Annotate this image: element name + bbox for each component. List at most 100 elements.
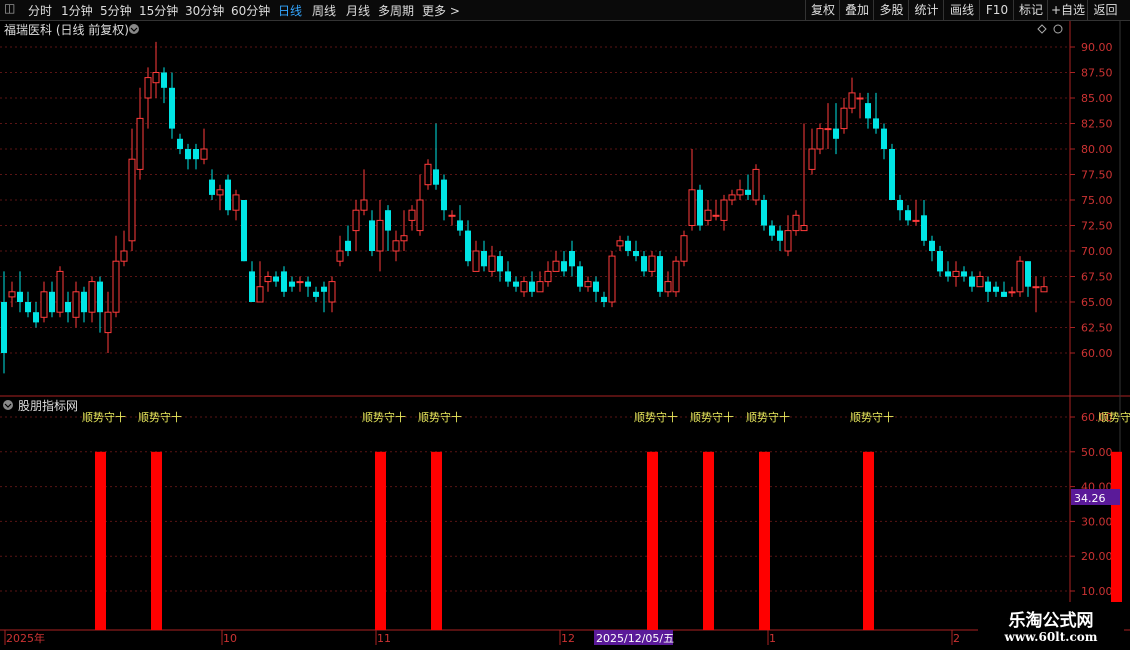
signal-label: 顺势守十 <box>138 410 182 424</box>
candle <box>840 98 848 134</box>
candle <box>352 200 360 251</box>
indicator-collapse-icon[interactable] <box>3 400 13 410</box>
candle <box>752 164 760 206</box>
candle <box>792 210 800 236</box>
candle <box>56 266 64 318</box>
price-tick-label: 82.50 <box>1081 118 1113 131</box>
add-watchlist-button[interactable]: +自选 <box>1047 0 1088 20</box>
candle <box>256 261 264 303</box>
candle <box>185 143 191 170</box>
tab-30min[interactable]: 30分钟 <box>185 2 224 19</box>
back-button[interactable]: 返回 <box>1087 0 1123 20</box>
indicator-tick-label: 30.00 <box>1081 515 1113 528</box>
candle <box>17 271 23 313</box>
candle <box>369 210 375 257</box>
candle <box>97 276 103 333</box>
candle <box>289 276 295 292</box>
date-label: 2 <box>953 632 960 645</box>
candle <box>376 200 384 272</box>
stats-button[interactable]: 统计 <box>908 0 944 20</box>
candle <box>833 103 839 155</box>
value-box-text: 34.26 <box>1074 492 1106 505</box>
candle <box>448 210 456 226</box>
multi-stock-button[interactable]: 多股 <box>873 0 909 20</box>
candle <box>736 179 744 200</box>
mark-button[interactable]: 标记 <box>1013 0 1048 20</box>
watermark-url: www.60lt.com <box>1004 630 1098 644</box>
tab-fenshi[interactable]: 分时 <box>28 2 52 19</box>
candle <box>112 235 120 318</box>
candle <box>152 41 160 98</box>
candle <box>680 230 688 267</box>
candle <box>648 251 656 277</box>
candle <box>897 194 903 221</box>
candle <box>704 200 712 226</box>
indicator-tick-label: 10.00 <box>1081 585 1113 598</box>
signal-bar <box>759 451 770 630</box>
candle <box>520 276 528 297</box>
tab-daily[interactable]: 日线 <box>278 2 302 19</box>
period-toolbar: ◫ 分时 1分钟 5分钟 15分钟 30分钟 60分钟 日线 周线 月线 多周期… <box>0 0 1130 21</box>
candle <box>264 271 272 292</box>
candle <box>945 261 951 282</box>
draw-button[interactable]: 画线 <box>943 0 980 20</box>
candle <box>305 276 311 297</box>
candle <box>136 87 144 180</box>
diamond-icon[interactable] <box>1037 24 1047 34</box>
price-tick-label: 67.50 <box>1081 271 1113 284</box>
candle <box>72 281 80 328</box>
overlay-button[interactable]: 叠加 <box>839 0 874 20</box>
circle-icon[interactable] <box>1053 24 1063 34</box>
signal-label: 顺势守十 <box>634 410 678 424</box>
price-tick-label: 60.00 <box>1081 347 1113 360</box>
candle <box>385 205 391 251</box>
tab-multi-period[interactable]: 多周期 <box>378 2 414 19</box>
candle <box>25 291 31 318</box>
stock-chart[interactable]: 福瑞医科 (日线 前复权) 90.00 87.50 85.00 82.50 80.00 7… <box>0 21 1130 650</box>
candle <box>408 205 416 231</box>
tab-weekly[interactable]: 周线 <box>312 2 336 19</box>
candle <box>273 271 279 287</box>
candle <box>1 271 7 374</box>
candle <box>561 251 567 277</box>
candle <box>536 271 544 293</box>
candle <box>488 245 496 277</box>
candle <box>816 123 824 155</box>
candle <box>424 159 432 190</box>
tab-more[interactable]: 更多 > <box>422 2 460 19</box>
f10-button[interactable]: F10 <box>979 0 1014 20</box>
candle <box>457 205 463 236</box>
tab-15min[interactable]: 15分钟 <box>139 2 178 19</box>
candle <box>976 271 984 288</box>
candle <box>104 291 112 353</box>
candle <box>777 225 783 251</box>
candle <box>360 169 368 216</box>
candle <box>328 276 336 313</box>
signal-label: 顺势守十 <box>850 410 894 424</box>
candle <box>848 77 856 114</box>
adjust-button[interactable]: 复权 <box>805 0 840 20</box>
candle <box>49 281 55 318</box>
candle <box>688 149 696 231</box>
signal-bar <box>647 451 658 630</box>
price-tick-label: 87.50 <box>1081 67 1113 80</box>
candle <box>664 271 672 297</box>
candle <box>657 251 663 297</box>
candle <box>481 240 487 272</box>
candle <box>81 286 87 323</box>
candle <box>905 205 911 226</box>
candle <box>969 271 975 292</box>
signal-label: 顺势守十 <box>690 410 734 424</box>
collapse-icon[interactable] <box>129 24 139 34</box>
tab-1min[interactable]: 1分钟 <box>61 2 93 19</box>
candle <box>249 261 255 302</box>
menu-icon[interactable]: ◫ <box>4 1 15 15</box>
candle <box>1032 276 1040 313</box>
tab-monthly[interactable]: 月线 <box>346 2 370 19</box>
candle <box>784 215 792 257</box>
tab-60min[interactable]: 60分钟 <box>231 2 270 19</box>
price-tick-label: 70.00 <box>1081 245 1113 258</box>
watermark: 乐淘公式网 www.60lt.com <box>978 602 1124 648</box>
tab-5min[interactable]: 5分钟 <box>100 2 132 19</box>
price-tick-label: 90.00 <box>1081 41 1113 54</box>
